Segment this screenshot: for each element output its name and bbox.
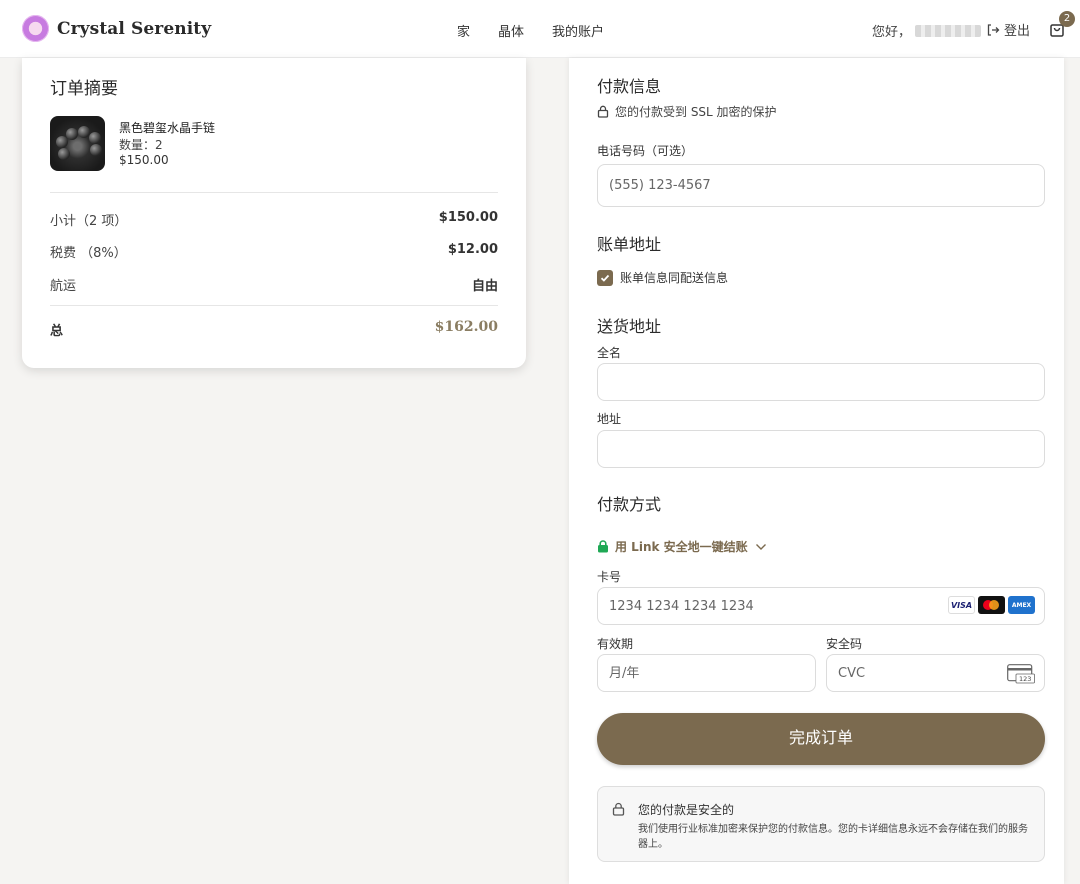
ssl-note: 您的付款受到 SSL 加密的保护 (597, 103, 777, 120)
secure-title: 您的付款是安全的 (638, 803, 735, 817)
card-cvc-icon: 123 (1007, 664, 1035, 684)
subtotal-label: 小计（2 项） (50, 214, 128, 229)
summary-title: 订单摘要 (50, 79, 118, 99)
cvc-label: 安全码 (826, 637, 863, 651)
shipping-value: 自由 (471, 279, 498, 294)
ssl-note-text: 您的付款受到 SSL 加密的保护 (615, 105, 777, 119)
secure-payment-notice: 您的付款是安全的 我们使用行业标准加密来保护您的付款信息。您的卡详细信息永远不会… (597, 786, 1045, 862)
billing-same-label: 账单信息同配送信息 (620, 271, 729, 285)
cvc-field: 123 (826, 654, 1045, 692)
product-name: 黑色碧玺水晶手链 (119, 121, 216, 135)
secure-text: 我们使用行业标准加密来保护您的付款信息。您的卡详细信息永远不会存储在我们的服务器… (638, 824, 1028, 850)
amex-icon: AMEX (1008, 596, 1035, 614)
total-value: $162.00 (434, 319, 498, 335)
address-label: 地址 (597, 412, 622, 426)
brand-name: Crystal Serenity (57, 18, 212, 39)
fullname-input[interactable] (597, 363, 1045, 401)
greeting-text: 您好， (872, 25, 912, 40)
expiry-input[interactable] (597, 654, 816, 692)
visa-icon: VISA (948, 596, 975, 614)
logout-icon (987, 23, 1000, 36)
mastercard-icon (978, 596, 1005, 614)
expiry-label: 有效期 (597, 637, 634, 651)
nav-home[interactable]: 家 (457, 21, 470, 40)
product-qty-value: 2 (155, 138, 163, 152)
chevron-down-icon (755, 543, 766, 550)
nav-crystals[interactable]: 晶体 (498, 21, 524, 40)
order-summary-card: 订单摘要 黑色碧玺水晶手链 数量：2 $150.00 小计（2 项） $150.… (22, 58, 526, 368)
billing-title: 账单地址 (597, 235, 662, 254)
link-checkout-toggle[interactable]: 用 Link 安全地一键结账 (597, 538, 773, 555)
card-brand-icons: VISA AMEX (945, 596, 1035, 614)
cart-button[interactable]: 2 (1048, 11, 1075, 40)
address-input[interactable] (597, 430, 1045, 468)
tax-label: 税费 （8%） (50, 246, 127, 261)
nav-my-account[interactable]: 我的账户 (552, 21, 604, 40)
billing-same-checkbox[interactable] (597, 269, 613, 286)
cart-count-badge: 2 (1059, 11, 1075, 27)
site-header: Crystal Serenity 家 晶体 我的账户 您好， 登出 2 (0, 0, 1080, 58)
link-checkout-label: 用 Link 安全地一键结账 (615, 540, 748, 554)
total-label: 总 (50, 324, 64, 339)
billing-same-option[interactable]: 账单信息同配送信息 (597, 269, 728, 286)
lock-icon (597, 105, 609, 118)
payment-method-title: 付款方式 (597, 495, 662, 514)
product-price: $150.00 (119, 153, 169, 167)
summary-divider (50, 192, 498, 193)
payment-card: 付款信息 您的付款受到 SSL 加密的保护 电话号码（可选） 账单地址 账单信息… (569, 58, 1064, 884)
masked-username (915, 24, 982, 37)
cvc-icon-digits: 123 (1019, 675, 1031, 683)
lock-icon (612, 802, 625, 816)
tax-value: $12.00 (447, 242, 498, 257)
product-qty-label: 数量： (119, 138, 156, 152)
shipping-title: 送货地址 (597, 317, 662, 336)
checkmark-icon (600, 274, 610, 282)
summary-divider (50, 305, 498, 306)
payment-info-title: 付款信息 (597, 77, 662, 96)
shipping-label: 航运 (50, 279, 77, 294)
phone-label: 电话号码（可选） (597, 144, 694, 158)
subtotal-value: $150.00 (438, 210, 498, 225)
product-quantity: 数量：2 (119, 136, 163, 153)
crystal-logo-icon (22, 15, 49, 42)
phone-input[interactable] (597, 164, 1045, 207)
logout-button[interactable]: 登出 (986, 20, 1030, 39)
user-greeting: 您好， (872, 21, 982, 40)
fullname-label: 全名 (597, 346, 622, 360)
logout-label: 登出 (1004, 24, 1031, 39)
card-number-label: 卡号 (597, 570, 622, 584)
brand-logo[interactable]: Crystal Serenity (22, 15, 211, 42)
green-lock-icon (598, 540, 608, 553)
complete-order-button[interactable]: 完成订单 (597, 713, 1045, 765)
main-nav: 家 晶体 我的账户 (457, 21, 632, 40)
product-thumbnail (50, 116, 105, 171)
card-number-field: VISA AMEX (597, 587, 1045, 625)
